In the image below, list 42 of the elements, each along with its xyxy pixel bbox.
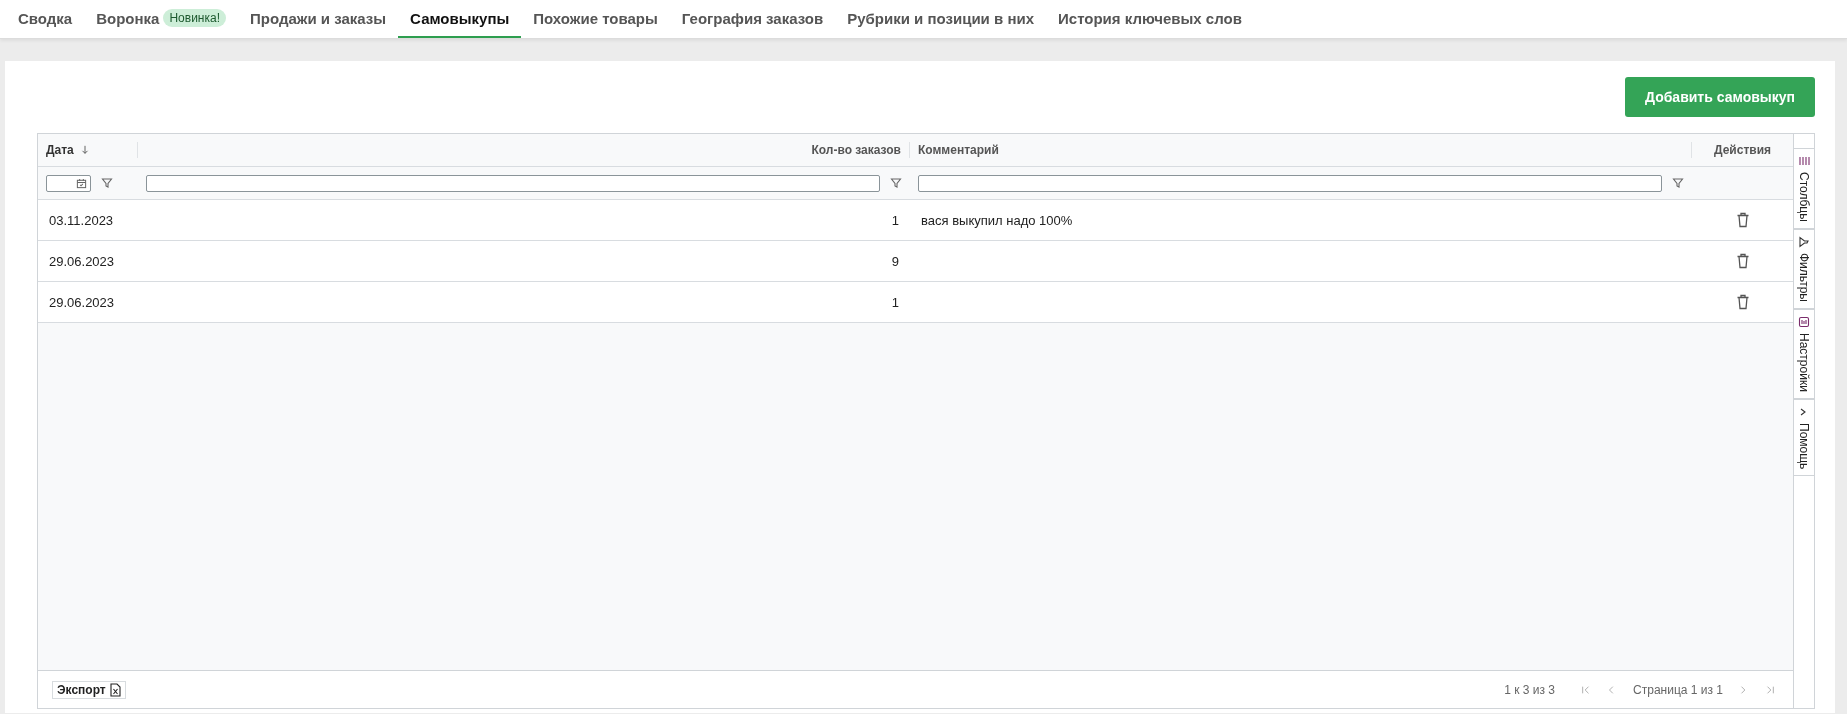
calendar-icon [76,177,87,189]
filter-icon [1798,235,1810,248]
date-filter-field[interactable] [46,174,91,192]
side-panel-tab[interactable]: Фильтры [1794,228,1814,309]
table-cell-text: 1 [890,211,900,230]
filter-input[interactable] [146,174,880,192]
tab[interactable]: Самовыкупы [398,0,522,38]
export-button[interactable]: Экспорт [52,680,126,699]
trash-icon [1735,294,1750,310]
page-indicator: Страница 1 из 1 [1633,682,1723,697]
table-cell-text: 29.06.2023 [48,293,116,312]
column-header[interactable]: Дата [46,143,74,157]
tab[interactable]: Рубрики и позиции в них [835,0,1046,38]
side-panel-tab[interactable]: Помощь [1794,398,1814,476]
filter-icon [890,177,902,189]
settings-icon [1798,315,1810,328]
tab[interactable]: География заказов [669,0,836,38]
table-cell-text: 29.06.2023 [48,252,116,271]
filter-icon [101,177,113,189]
side-panel-tab[interactable]: Столбцы [1794,148,1814,229]
filter-input[interactable] [918,174,1662,192]
tab[interactable]: Сводка [6,0,85,38]
table-cell-text: 03.11.2023 [48,211,115,230]
tab[interactable]: Воронка Новинка! [84,0,238,38]
side-panel-tab[interactable]: Настройки [1794,308,1814,399]
tab[interactable]: Продажи и заказы [238,0,399,38]
excel-file-icon [109,682,121,697]
row-count: 1 к 3 из 3 [1504,682,1556,697]
column-header[interactable]: Кол-во заказов [811,143,901,157]
filter-icon [1672,177,1684,189]
columns-icon [1798,155,1810,167]
new-badge: Новинка! [163,9,226,27]
column-header[interactable]: Комментарий [918,143,999,157]
sort-arrow-icon [79,144,90,156]
tab[interactable]: Похожие товары [521,0,670,38]
table-cell-text: 9 [890,252,900,271]
table-cell-text: вася выкупил надо 100% [920,211,1074,230]
trash-icon [1735,212,1750,228]
table-cell-text: 1 [890,293,900,312]
column-header[interactable]: Действия [1713,143,1772,157]
trash-icon [1735,253,1750,269]
tab[interactable]: История ключевых слов [1046,0,1254,38]
